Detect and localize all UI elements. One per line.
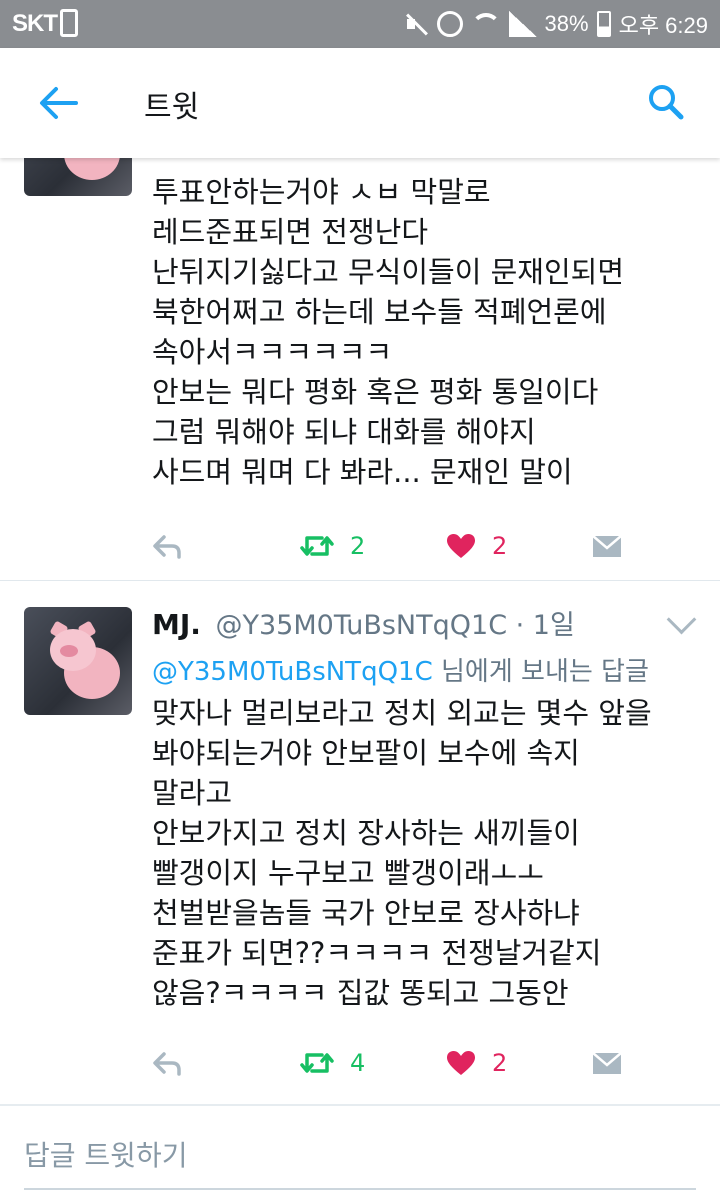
like-button[interactable]: 2 <box>446 1043 507 1083</box>
tweet-line: 맞자나 멀리보라고 정치 외교는 몇수 앞을 <box>152 696 652 730</box>
dm-icon <box>592 1052 622 1074</box>
tweet-line: 레드준표되면 전쟁난다 <box>152 215 429 249</box>
tweet-actions: 2 2 <box>152 526 632 566</box>
tweet-line: 그럼 뭐해야 되냐 대화를 해야지 <box>152 415 536 449</box>
like-button[interactable]: 2 <box>446 526 507 566</box>
tweet-line: 속아서ㅋㅋㅋㅋㅋㅋ <box>152 335 393 369</box>
timestamp: · 1일 <box>515 610 575 641</box>
reply-input-placeholder[interactable]: 답글 트윗하기 <box>24 1134 187 1174</box>
app-bar: 트윗 <box>0 48 720 158</box>
display-name[interactable]: MJ. <box>152 608 201 641</box>
retweet-button[interactable]: 2 <box>300 526 365 566</box>
avatar[interactable] <box>24 607 132 715</box>
dm-icon <box>592 535 622 557</box>
direct-message-button[interactable] <box>592 526 622 566</box>
tweet-line: 봐야되는거야 안보팔이 보수에 속지 <box>152 736 580 770</box>
tweet-line: 빨갱이지 누구보고 빨갱이래ㅗㅗ <box>152 856 544 890</box>
tweet-line: 사드며 뭐며 다 봐라... 문재인 말이 <box>152 455 573 489</box>
tweet-line: 않음?ㅋㅋㅋㅋ 집값 똥되고 그동안 <box>152 976 569 1010</box>
tweet-line: 천벌받을놈들 국가 안보로 장사하냐 <box>152 896 580 930</box>
retweet-icon <box>300 536 334 556</box>
reply-button[interactable] <box>152 526 182 566</box>
retweet-count: 2 <box>350 532 366 560</box>
like-count: 2 <box>492 532 508 560</box>
reply-button[interactable] <box>152 1043 182 1083</box>
like-count: 2 <box>492 1049 508 1077</box>
search-icon[interactable] <box>648 84 684 120</box>
retweet-icon <box>300 1053 334 1073</box>
tweet-line: 북한어쩌고 하는데 보수들 적폐언론에 <box>152 295 607 329</box>
tweet-line: 난뒤지기싫다고 무식이들이 문재인되면 <box>152 255 624 289</box>
reply-compose-bar[interactable]: 답글 트윗하기 <box>0 1104 720 1198</box>
direct-message-button[interactable] <box>592 1043 622 1083</box>
tweet-actions: 4 2 <box>152 1043 632 1083</box>
reply-input-underline <box>24 1188 696 1190</box>
retweet-button[interactable]: 4 <box>300 1043 365 1083</box>
tweet-text: 투표안하는거야 ㅅㅂ 막말로 레드준표되면 전쟁난다 난뒤지기싫다고 무식이들이… <box>152 172 624 492</box>
tweet-text: 맞자나 멀리보라고 정치 외교는 몇수 앞을 봐야되는거야 안보팔이 보수에 속… <box>152 693 652 1013</box>
heart-icon <box>447 1051 475 1075</box>
back-arrow-icon[interactable] <box>38 86 78 120</box>
tweet-line: 투표안하는거야 ㅅㅂ 막말로 <box>152 175 491 209</box>
heart-icon <box>447 534 475 558</box>
chevron-down-icon[interactable] <box>666 604 697 635</box>
page-title: 트윗 <box>144 90 200 125</box>
reply-icon <box>153 535 181 559</box>
tweet-2[interactable]: MJ. @Y35M0TuBsNTqQ1C · 1일 @Y35M0TuBsNTqQ… <box>0 581 720 1101</box>
reply-mention[interactable]: @Y35M0TuBsNTqQ1C <box>152 657 433 687</box>
tweet-line: 안보는 뭐다 평화 혹은 평화 통일이다 <box>152 375 599 409</box>
tweet-header: MJ. @Y35M0TuBsNTqQ1C · 1일 <box>152 603 575 642</box>
reply-context: @Y35M0TuBsNTqQ1C 님에게 보내는 답글 <box>152 651 649 688</box>
handle[interactable]: @Y35M0TuBsNTqQ1C <box>216 610 508 641</box>
retweet-count: 4 <box>350 1049 366 1077</box>
reply-icon <box>153 1052 181 1076</box>
reply-context-label: 님에게 보내는 답글 <box>432 657 649 687</box>
tweet-line: 안보가지고 정치 장사하는 새끼들이 <box>152 816 580 850</box>
tweet-line: 준표가 되면??ㅋㅋㅋㅋ 전쟁날거같지 <box>152 936 602 970</box>
tweet-line: 말라고 <box>152 776 233 810</box>
